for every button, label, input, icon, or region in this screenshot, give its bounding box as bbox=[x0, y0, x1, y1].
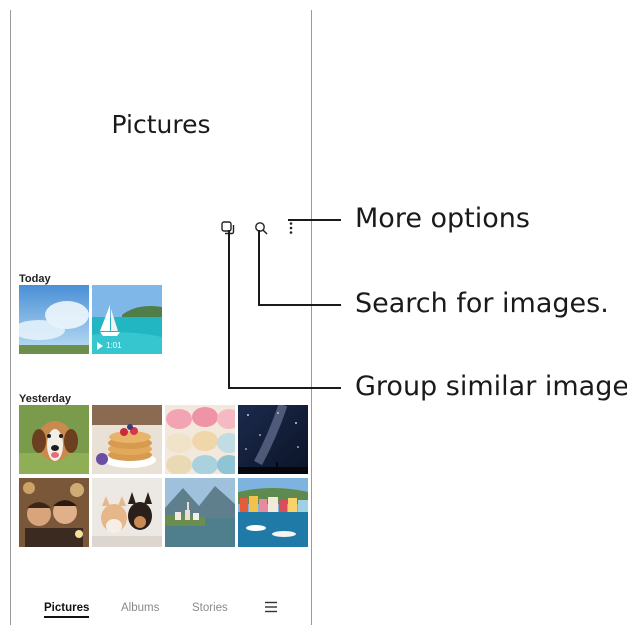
callout-more-options: More options bbox=[355, 203, 530, 234]
callout-group: Group similar images. bbox=[355, 371, 627, 402]
photo-thumbnail-sky[interactable] bbox=[19, 285, 89, 354]
photo-thumbnail-macarons[interactable] bbox=[165, 405, 235, 474]
video-thumbnail-sailboat[interactable]: 1:01 bbox=[92, 285, 162, 354]
search-icon[interactable] bbox=[252, 218, 270, 238]
tab-stories[interactable]: Stories bbox=[192, 602, 228, 614]
menu-icon[interactable] bbox=[264, 600, 278, 618]
page-title: Pictures bbox=[111, 110, 211, 139]
play-icon bbox=[97, 341, 103, 350]
video-duration-badge: 1:01 bbox=[97, 341, 122, 350]
photo-thumbnail-pancakes[interactable] bbox=[92, 405, 162, 474]
photo-thumbnail-lake-village[interactable] bbox=[165, 478, 235, 547]
tab-pictures[interactable]: Pictures bbox=[44, 602, 90, 618]
video-duration: 1:01 bbox=[106, 341, 122, 350]
photo-thumbnail-night-sky[interactable] bbox=[238, 405, 308, 474]
photo-thumbnail-puppies[interactable] bbox=[92, 478, 162, 547]
callout-search: Search for images. bbox=[355, 288, 609, 319]
callout-line-search-vertical bbox=[258, 230, 260, 306]
photo-thumbnail-harbor[interactable] bbox=[238, 478, 308, 547]
callout-line-group-horizontal bbox=[228, 387, 341, 389]
callout-line-more-options bbox=[288, 219, 341, 221]
callout-line-group-vertical bbox=[228, 230, 230, 389]
phone-screen: Pictures Today 1:01 Yesterday Pictures A… bbox=[10, 10, 312, 625]
photo-thumbnail-dog[interactable] bbox=[19, 405, 89, 474]
callout-line-search-horizontal bbox=[258, 304, 341, 306]
photo-thumbnail-friends-party[interactable] bbox=[19, 478, 89, 547]
more-options-icon[interactable] bbox=[282, 218, 300, 238]
tab-albums[interactable]: Albums bbox=[121, 602, 159, 614]
section-label-today: Today bbox=[19, 273, 51, 285]
section-label-yesterday: Yesterday bbox=[19, 393, 71, 405]
